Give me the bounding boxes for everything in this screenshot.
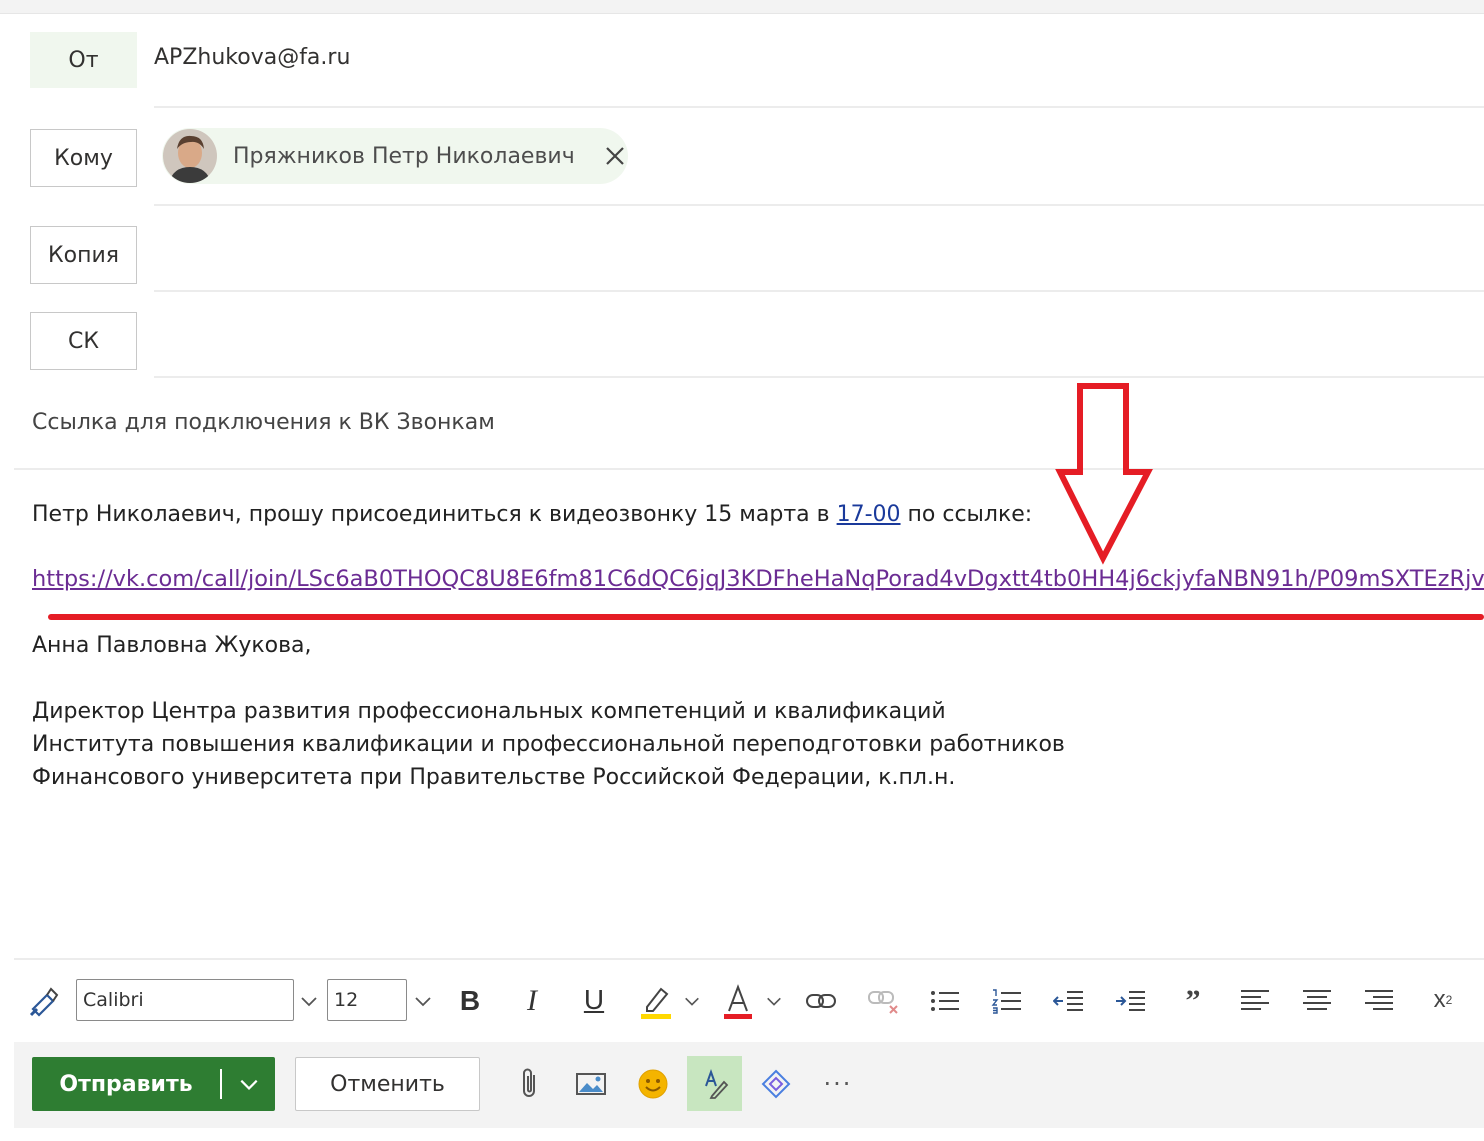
- remove-link-icon[interactable]: [864, 984, 902, 1018]
- quote-icon[interactable]: ”: [1174, 984, 1212, 1018]
- cc-divider: [154, 290, 1484, 292]
- call-link[interactable]: https://vk.com/call/join/LSc6aB0THOQC8U8…: [32, 566, 1484, 592]
- subject-field[interactable]: Ссылка для подключения к ВК Звонкам: [32, 410, 495, 435]
- signature-line-1: Директор Центра развития профессиональны…: [32, 699, 946, 724]
- signature-line-2: Института повышения квалификации и профе…: [32, 732, 1065, 757]
- editor-icon[interactable]: [687, 1056, 742, 1111]
- attach-icon[interactable]: [512, 1064, 548, 1104]
- increase-indent-icon[interactable]: [1112, 984, 1150, 1018]
- greeting-prefix: Петр Николаевич, прошу присоединиться к …: [32, 502, 837, 527]
- from-label: От: [30, 32, 137, 88]
- superscript-icon[interactable]: x2: [1424, 982, 1462, 1018]
- underline-icon[interactable]: U: [576, 980, 612, 1020]
- loop-icon[interactable]: [756, 1064, 796, 1104]
- to-button[interactable]: Кому: [30, 129, 137, 187]
- highlight-icon[interactable]: [638, 980, 674, 1022]
- toolbar-divider: [14, 958, 1484, 960]
- bullets-icon[interactable]: [926, 984, 964, 1018]
- window-top-strip: [0, 0, 1484, 14]
- align-right-icon[interactable]: [1360, 984, 1398, 1018]
- chevron-down-icon[interactable]: [296, 988, 322, 1014]
- chevron-down-icon[interactable]: [410, 988, 436, 1014]
- chevron-down-icon[interactable]: [222, 1073, 275, 1095]
- cc-button[interactable]: Копия: [30, 226, 137, 284]
- font-size-select[interactable]: 12: [327, 979, 407, 1021]
- bcc-divider: [154, 376, 1484, 378]
- from-address: APZhukova@fa.ru: [154, 45, 351, 70]
- numbering-icon[interactable]: [988, 984, 1026, 1018]
- italic-icon[interactable]: I: [514, 982, 550, 1020]
- bold-icon[interactable]: B: [452, 982, 488, 1020]
- font-color-icon[interactable]: [720, 980, 756, 1022]
- close-icon[interactable]: [603, 143, 628, 169]
- decrease-indent-icon[interactable]: [1050, 984, 1088, 1018]
- format-painter-icon[interactable]: [26, 984, 62, 1020]
- align-center-icon[interactable]: [1298, 984, 1336, 1018]
- chevron-down-icon[interactable]: [762, 988, 786, 1014]
- bcc-button[interactable]: СК: [30, 312, 137, 370]
- time-value: 17-00: [836, 502, 901, 527]
- greeting-suffix: по ссылке:: [900, 502, 1033, 527]
- signature-name: Анна Павловна Жукова,: [32, 633, 312, 658]
- insert-link-icon[interactable]: [802, 984, 840, 1018]
- red-arrow-annotation: [1055, 383, 1153, 565]
- discard-button[interactable]: Отменить: [295, 1057, 480, 1111]
- red-underline-annotation: [48, 614, 1484, 620]
- recipient-chip[interactable]: Пряжников Петр Николаевич: [162, 128, 628, 184]
- align-left-icon[interactable]: [1236, 984, 1274, 1018]
- recipient-name: Пряжников Петр Николаевич: [233, 143, 575, 169]
- subject-divider: [14, 468, 1484, 470]
- to-divider: [154, 204, 1484, 206]
- signature-line-3: Финансового университета при Правительст…: [32, 765, 956, 790]
- emoji-icon[interactable]: [634, 1064, 672, 1104]
- from-divider: [154, 106, 1484, 108]
- greeting-line[interactable]: Петр Николаевич, прошу присоединиться к …: [32, 502, 1032, 527]
- chevron-down-icon[interactable]: [680, 988, 704, 1014]
- send-button[interactable]: Отправить: [32, 1057, 275, 1111]
- avatar: [163, 129, 217, 183]
- insert-picture-icon[interactable]: [572, 1064, 610, 1104]
- send-label: Отправить: [59, 1071, 193, 1097]
- font-family-select[interactable]: Calibri: [76, 979, 294, 1021]
- more-icon[interactable]: ···: [818, 1066, 858, 1102]
